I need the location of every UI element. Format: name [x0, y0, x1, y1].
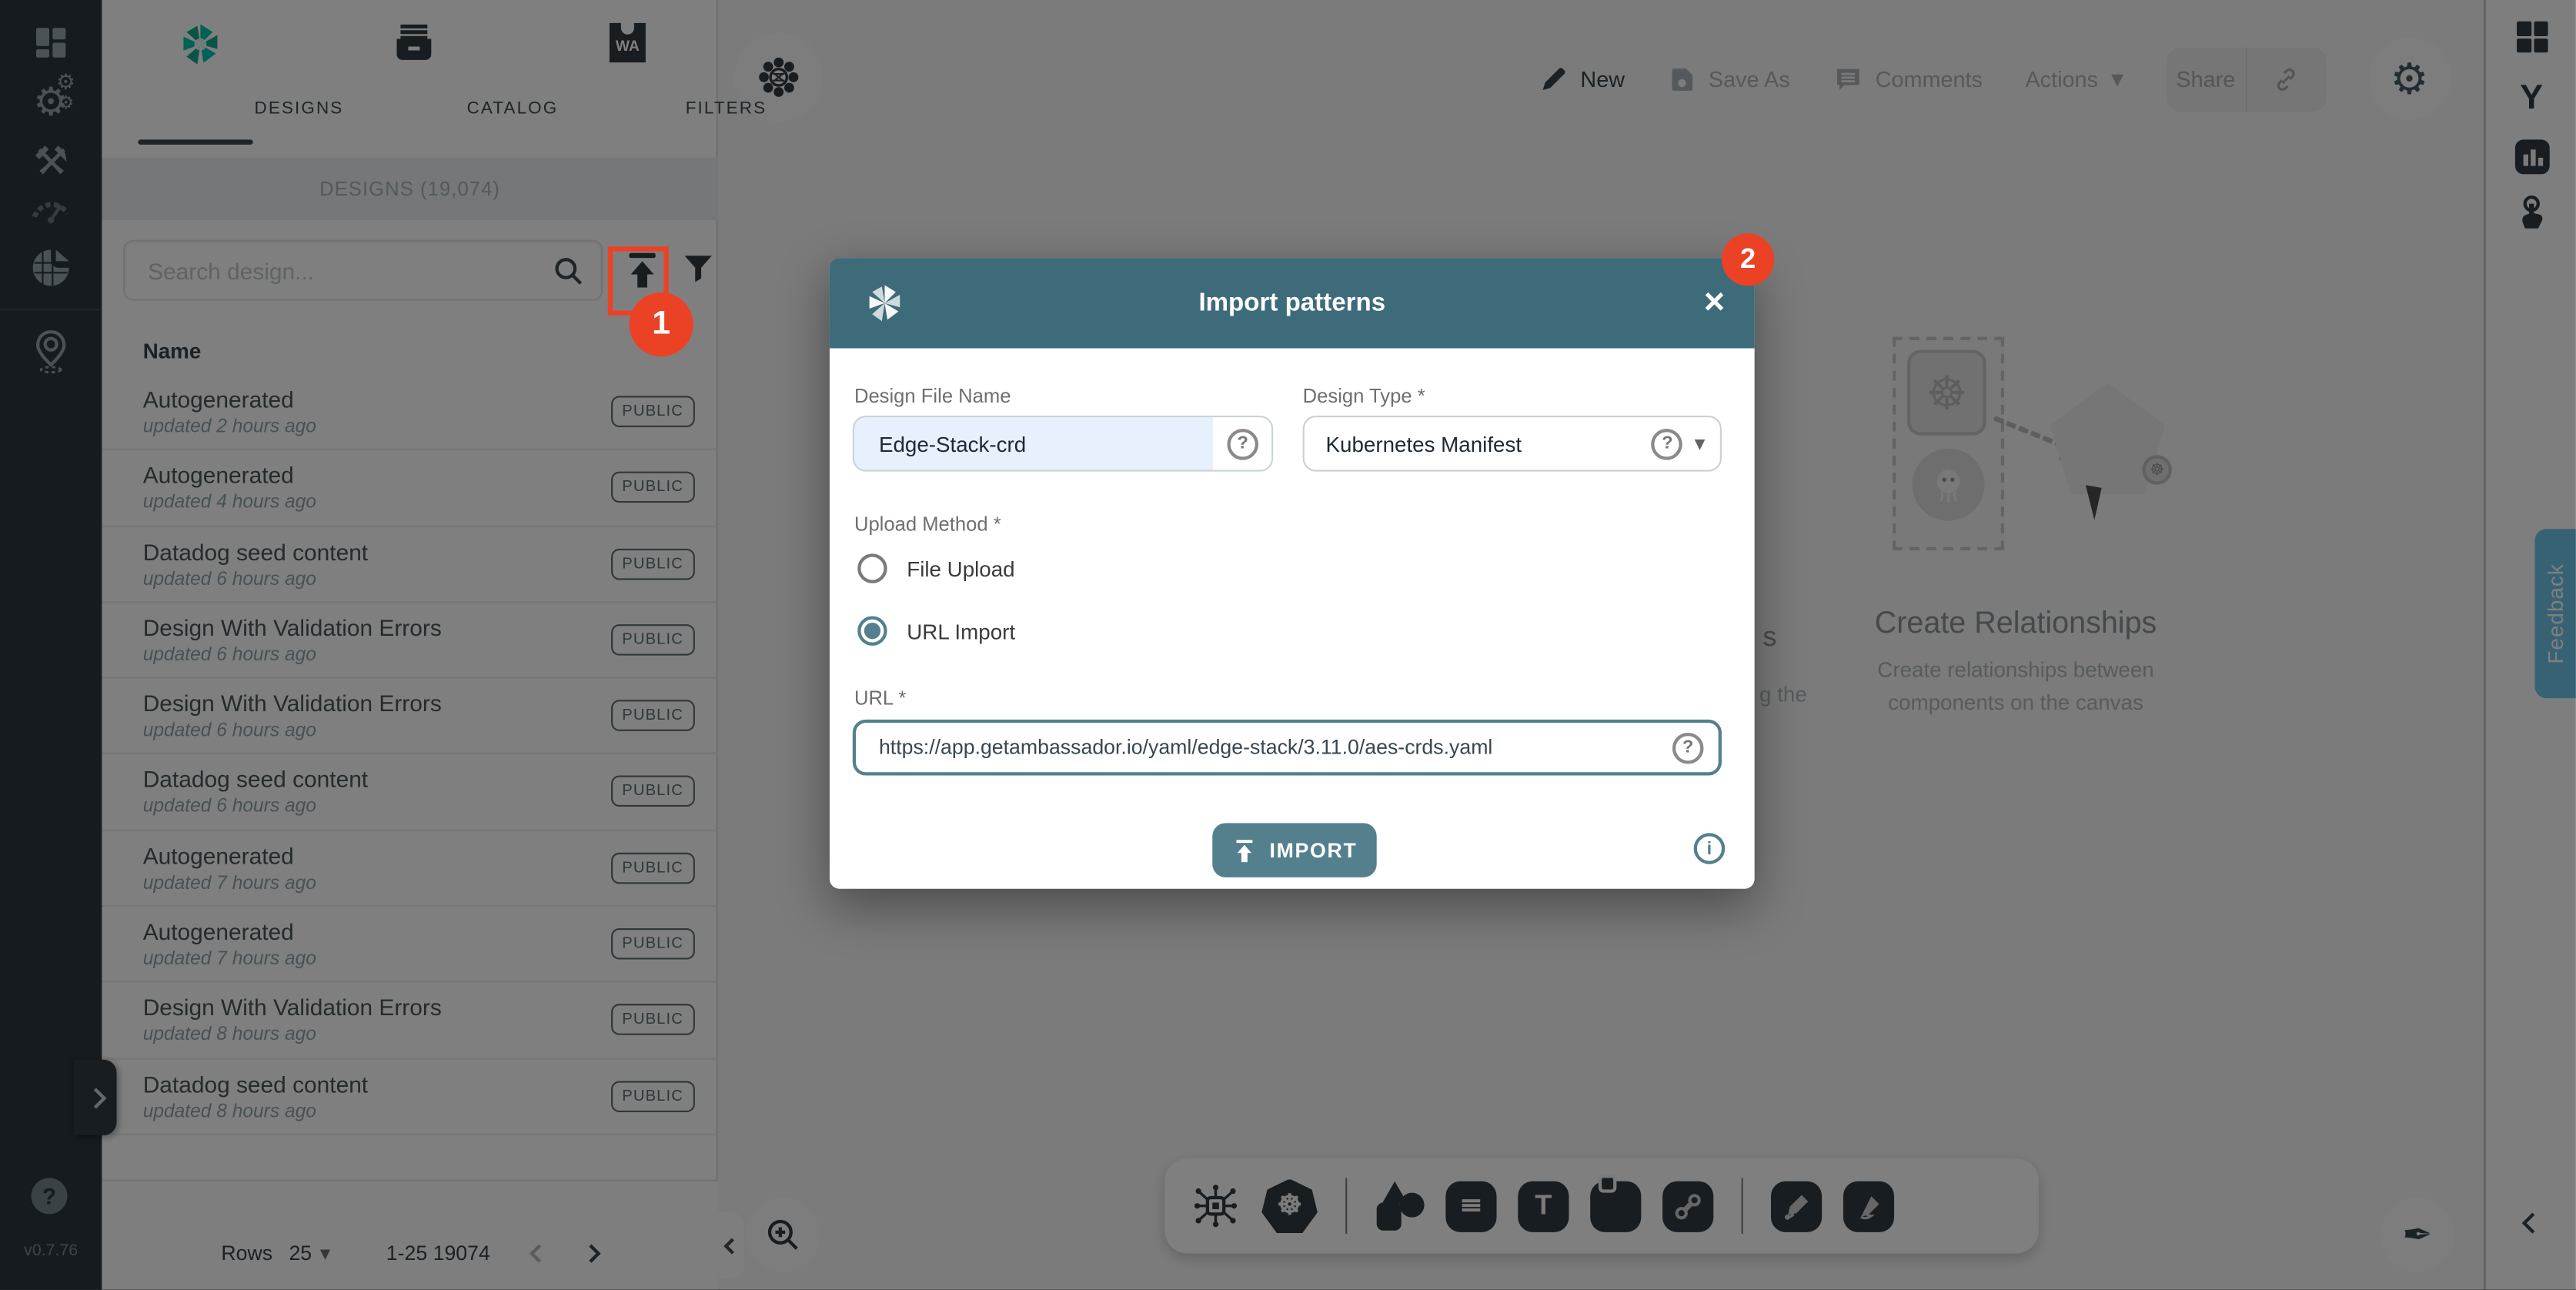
modal-title: Import patterns [830, 289, 1755, 318]
design-type-select[interactable]: Kubernetes Manifest ? ▾ [1303, 416, 1722, 472]
annotation-step-2: 2 [1722, 233, 1774, 286]
modal-header: Import patterns × [830, 258, 1755, 348]
annotation-step-1: 1 [630, 292, 693, 356]
help-icon[interactable]: ? [1672, 732, 1704, 764]
help-icon[interactable]: ? [1227, 428, 1258, 460]
url-input[interactable] [876, 734, 1672, 760]
caret-down-icon: ▾ [1695, 430, 1706, 456]
url-field[interactable]: ? [853, 720, 1722, 776]
design-file-name-field[interactable]: ? [853, 416, 1273, 472]
radio-on-icon [857, 616, 887, 645]
radio-off-icon [857, 553, 887, 583]
import-button[interactable]: IMPORT [1212, 823, 1376, 877]
info-icon[interactable]: i [1694, 833, 1726, 864]
design-type-value: Kubernetes Manifest [1326, 431, 1652, 456]
url-import-radio[interactable]: URL Import [857, 616, 1015, 645]
upload-icon [1231, 837, 1256, 864]
help-icon[interactable]: ? [1652, 428, 1683, 460]
url-import-label: URL Import [907, 619, 1015, 643]
url-label: URL * [854, 687, 906, 710]
file-upload-radio[interactable]: File Upload [857, 553, 1014, 583]
import-patterns-modal: Import patterns × Design File Name ? Des… [830, 258, 1755, 889]
app-screen: ⚙⚙⚙ ⚒ ? v0.7.76 DESIGNS CATALOG [0, 0, 2576, 1290]
file-upload-label: File Upload [907, 556, 1014, 581]
close-icon[interactable]: × [1704, 281, 1725, 323]
upload-method-label: Upload Method * [854, 513, 1001, 536]
design-file-name-label: Design File Name [854, 384, 1011, 407]
meshery-logo-icon [863, 281, 907, 326]
design-type-label: Design Type * [1303, 384, 1425, 407]
design-file-name-input[interactable] [876, 429, 1228, 457]
